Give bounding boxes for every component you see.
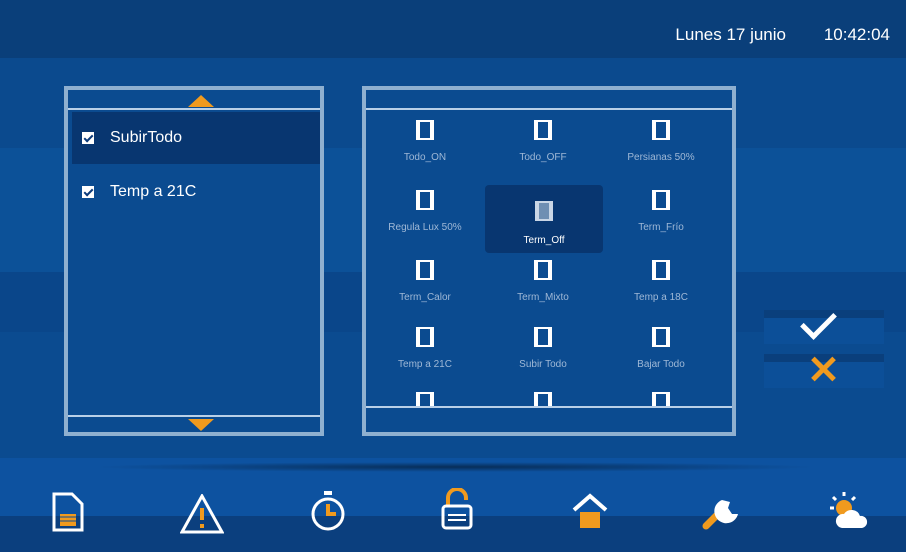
top-divider	[68, 108, 320, 110]
bottom-divider	[68, 415, 320, 417]
film-icon	[416, 260, 434, 280]
wrench-icon[interactable]	[700, 488, 748, 536]
film-icon	[652, 190, 670, 210]
list-item-subirtodo[interactable]: SubirTodo	[72, 112, 320, 164]
list-item-temp-21c[interactable]: Temp a 21C	[72, 166, 320, 218]
unlock-icon[interactable]	[440, 488, 488, 536]
film-icon	[652, 260, 670, 280]
bottom-divider	[366, 406, 732, 408]
scene-label: Todo_ON	[403, 152, 447, 163]
scene-label: Term_Off	[523, 235, 565, 246]
film-icon	[535, 201, 553, 221]
scene-todo-on[interactable]: Todo_ON	[366, 106, 484, 176]
confirm-button[interactable]	[764, 303, 884, 344]
scene-label: Term_Mixto	[517, 292, 569, 303]
film-icon	[534, 260, 552, 280]
film-icon	[534, 327, 552, 347]
film-icon	[534, 120, 552, 140]
film-icon	[416, 120, 434, 140]
scene-label: Subir Todo	[519, 359, 567, 370]
scene-label: Term_Calor	[399, 292, 451, 303]
scene-term-off[interactable]: Term_Off	[485, 185, 603, 253]
scene-label: Temp a 21C	[398, 359, 452, 370]
scroll-up-arrow-icon[interactable]	[188, 95, 214, 107]
scene-subir-todo[interactable]: Subir Todo	[484, 313, 602, 383]
film-icon	[416, 327, 434, 347]
weather-icon[interactable]	[826, 488, 874, 536]
mask	[366, 406, 732, 432]
film-icon	[416, 190, 434, 210]
divider-shadow	[90, 462, 820, 472]
scene-label: Todo_OFF	[519, 152, 567, 163]
scene-label: Temp a 18C	[634, 292, 688, 303]
selected-scenes-panel: SubirTodo Temp a 21C	[64, 86, 324, 436]
scene-label: Bajar Todo	[637, 359, 685, 370]
clock-label: 10:42:04	[823, 25, 890, 44]
film-icon	[652, 327, 670, 347]
scene-term-mixto[interactable]: Term_Mixto	[484, 246, 602, 316]
list-item-label: Temp a 21C	[110, 183, 197, 200]
available-scenes-panel: Todo_ON Todo_OFF Persianas 50% Regula Lu…	[362, 86, 736, 436]
scene-label: Regula Lux 50%	[388, 222, 462, 233]
scene-temp-21c[interactable]: Temp a 21C	[366, 313, 484, 383]
alert-icon[interactable]	[180, 488, 228, 536]
scene-todo-off[interactable]: Todo_OFF	[484, 106, 602, 176]
date-label: Lunes 17 junio	[675, 25, 786, 44]
scene-label: Term_Frío	[638, 222, 684, 233]
top-bar: Lunes 17 junio 10:42:04	[0, 0, 906, 58]
film-icon	[652, 120, 670, 140]
checkbox-checked-icon[interactable]	[82, 132, 94, 144]
document-icon[interactable]	[52, 488, 100, 536]
scene-term-frio[interactable]: Term_Frío	[602, 176, 720, 246]
timer-icon[interactable]	[310, 488, 358, 536]
scroll-down-arrow-icon[interactable]	[188, 419, 214, 431]
bottom-nav	[0, 488, 906, 536]
scene-term-calor[interactable]: Term_Calor	[366, 246, 484, 316]
scene-temp-18c[interactable]: Temp a 18C	[602, 246, 720, 316]
scene-regula-lux-50[interactable]: Regula Lux 50%	[366, 176, 484, 246]
x-icon	[808, 354, 838, 384]
home-icon[interactable]	[570, 488, 618, 536]
scene-persianas-50[interactable]: Persianas 50%	[602, 106, 720, 176]
scene-bajar-todo[interactable]: Bajar Todo	[602, 313, 720, 383]
list-item-label: SubirTodo	[110, 129, 183, 146]
cancel-button[interactable]	[764, 354, 884, 388]
checkbox-checked-icon[interactable]	[82, 186, 94, 198]
scene-label: Persianas 50%	[627, 152, 695, 163]
